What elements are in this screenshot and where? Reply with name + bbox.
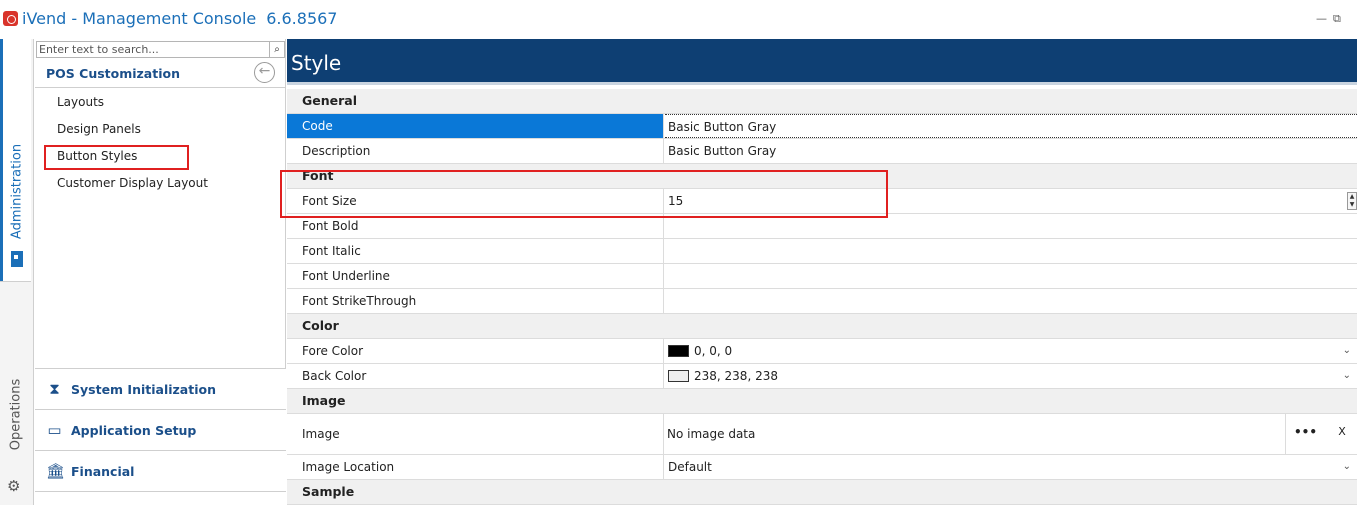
- page-title: Style: [291, 51, 342, 75]
- accordion-application-setup[interactable]: ▭ Application Setup: [35, 409, 286, 450]
- category-label: Sample: [302, 484, 355, 499]
- property-row-fore-color[interactable]: Fore Color 0, 0, 0 ⌄: [287, 339, 1357, 364]
- chevron-down-icon[interactable]: ⌄: [1343, 339, 1351, 363]
- property-value-fore-color[interactable]: 0, 0, 0 ⌄: [665, 339, 1357, 363]
- window-title: iVend - Management Console 6.6.8567: [22, 9, 337, 28]
- hourglass-icon: ⧗: [49, 380, 60, 398]
- accordion-more[interactable]: [35, 491, 286, 505]
- property-name: Font StrikeThrough: [287, 289, 664, 313]
- property-value-description[interactable]: Basic Button Gray: [665, 139, 1357, 163]
- tab-administration[interactable]: Administration: [0, 39, 31, 281]
- fore-color-value: 0, 0, 0: [694, 344, 733, 358]
- property-name: Code: [287, 114, 664, 138]
- property-row-back-color[interactable]: Back Color 238, 238, 238 ⌄: [287, 364, 1357, 389]
- fore-color-swatch: [668, 345, 689, 357]
- accordion-label: System Initialization: [71, 382, 216, 397]
- image-browse-button[interactable]: •••: [1285, 414, 1325, 454]
- chevron-down-icon[interactable]: ⌄: [1343, 455, 1351, 479]
- back-arrow-icon[interactable]: ←: [254, 62, 275, 83]
- property-value-image: No image data: [667, 427, 756, 441]
- accordion-label: Application Setup: [71, 423, 197, 438]
- section-header: POS Customization ←: [35, 60, 286, 88]
- terminal-icon: ▭: [47, 421, 62, 439]
- highlight-button-styles: [44, 145, 189, 170]
- tab-administration-label: Administration: [9, 143, 25, 240]
- property-name: Image: [287, 414, 664, 454]
- category-general[interactable]: General: [287, 89, 1357, 114]
- property-row-image[interactable]: Image No image data ••• X: [287, 414, 1357, 455]
- property-value-back-color[interactable]: 238, 238, 238 ⌄: [665, 364, 1357, 388]
- property-row-font-strikethrough[interactable]: Font StrikeThrough: [287, 289, 1357, 314]
- restore-button[interactable]: ⧉: [1333, 12, 1341, 26]
- main-content: Style General Code Basic Button Gray Des…: [287, 39, 1357, 505]
- app-logo-icon: [3, 11, 18, 26]
- property-value-font-underline: [665, 264, 1357, 288]
- property-name: Font Underline: [287, 264, 664, 288]
- property-row-font-underline[interactable]: Font Underline: [287, 264, 1357, 289]
- category-color[interactable]: Color: [287, 314, 1357, 339]
- tree-item-layouts[interactable]: Layouts: [57, 95, 104, 109]
- left-panel: ⌕ POS Customization ← Layouts Design Pan…: [35, 39, 286, 505]
- property-value-image-location[interactable]: Default ⌄: [665, 455, 1357, 479]
- property-name: Fore Color: [287, 339, 664, 363]
- property-row-font-italic[interactable]: Font Italic: [287, 239, 1357, 264]
- accordion-system-initialization[interactable]: ⧗ System Initialization: [35, 368, 286, 409]
- bank-icon: 🏛: [46, 462, 66, 480]
- category-sample[interactable]: Sample: [287, 480, 1357, 505]
- image-clear-button[interactable]: X: [1332, 414, 1352, 454]
- property-value-code[interactable]: Basic Button Gray: [665, 114, 1357, 138]
- property-name: Back Color: [287, 364, 664, 388]
- property-name: Font Italic: [287, 239, 664, 263]
- category-label: General: [302, 93, 357, 108]
- property-value-font-italic: [665, 239, 1357, 263]
- admin-icon: [11, 251, 23, 267]
- tab-operations[interactable]: Operations ⚙: [0, 281, 31, 505]
- category-label: Image: [302, 393, 346, 408]
- app-version: 6.6.8567: [266, 9, 338, 28]
- title-bar: iVend - Management Console 6.6.8567 — ⧉: [0, 0, 1357, 39]
- minimize-button[interactable]: —: [1316, 12, 1327, 25]
- category-image[interactable]: Image: [287, 389, 1357, 414]
- property-row-code[interactable]: Code Basic Button Gray: [287, 114, 1357, 139]
- highlight-font-size: [280, 170, 888, 218]
- search-icon[interactable]: ⌕: [269, 42, 284, 57]
- property-row-description[interactable]: Description Basic Button Gray: [287, 139, 1357, 164]
- tree-item-customer-display-layout[interactable]: Customer Display Layout: [57, 176, 208, 190]
- chevron-down-icon[interactable]: ⌄: [1343, 364, 1351, 388]
- search-box: ⌕: [36, 41, 285, 58]
- spin-up-icon[interactable]: ▲: [1348, 193, 1356, 201]
- back-color-swatch: [668, 370, 689, 382]
- image-location-value: Default: [668, 460, 712, 474]
- property-value-font-strikethrough: [665, 289, 1357, 313]
- accordion-label: Financial: [71, 464, 135, 479]
- gear-icon: ⚙: [7, 477, 21, 495]
- tree-item-design-panels[interactable]: Design Panels: [57, 122, 141, 136]
- section-title: POS Customization: [46, 66, 180, 81]
- main-header: Style: [287, 39, 1357, 85]
- app-title: iVend - Management Console: [22, 9, 257, 28]
- property-row-image-location[interactable]: Image Location Default ⌄: [287, 455, 1357, 480]
- back-color-value: 238, 238, 238: [694, 369, 778, 383]
- search-input[interactable]: [37, 42, 267, 57]
- spin-down-icon[interactable]: ▼: [1348, 201, 1356, 209]
- font-size-spinner[interactable]: ▲ ▼: [1347, 192, 1357, 210]
- property-name: Description: [287, 139, 664, 163]
- accordion-financial[interactable]: 🏛 Financial: [35, 450, 286, 491]
- category-label: Color: [302, 318, 339, 333]
- tab-operations-label: Operations: [8, 378, 23, 451]
- vertical-nav: Administration Operations ⚙: [0, 39, 34, 505]
- property-name: Image Location: [287, 455, 664, 479]
